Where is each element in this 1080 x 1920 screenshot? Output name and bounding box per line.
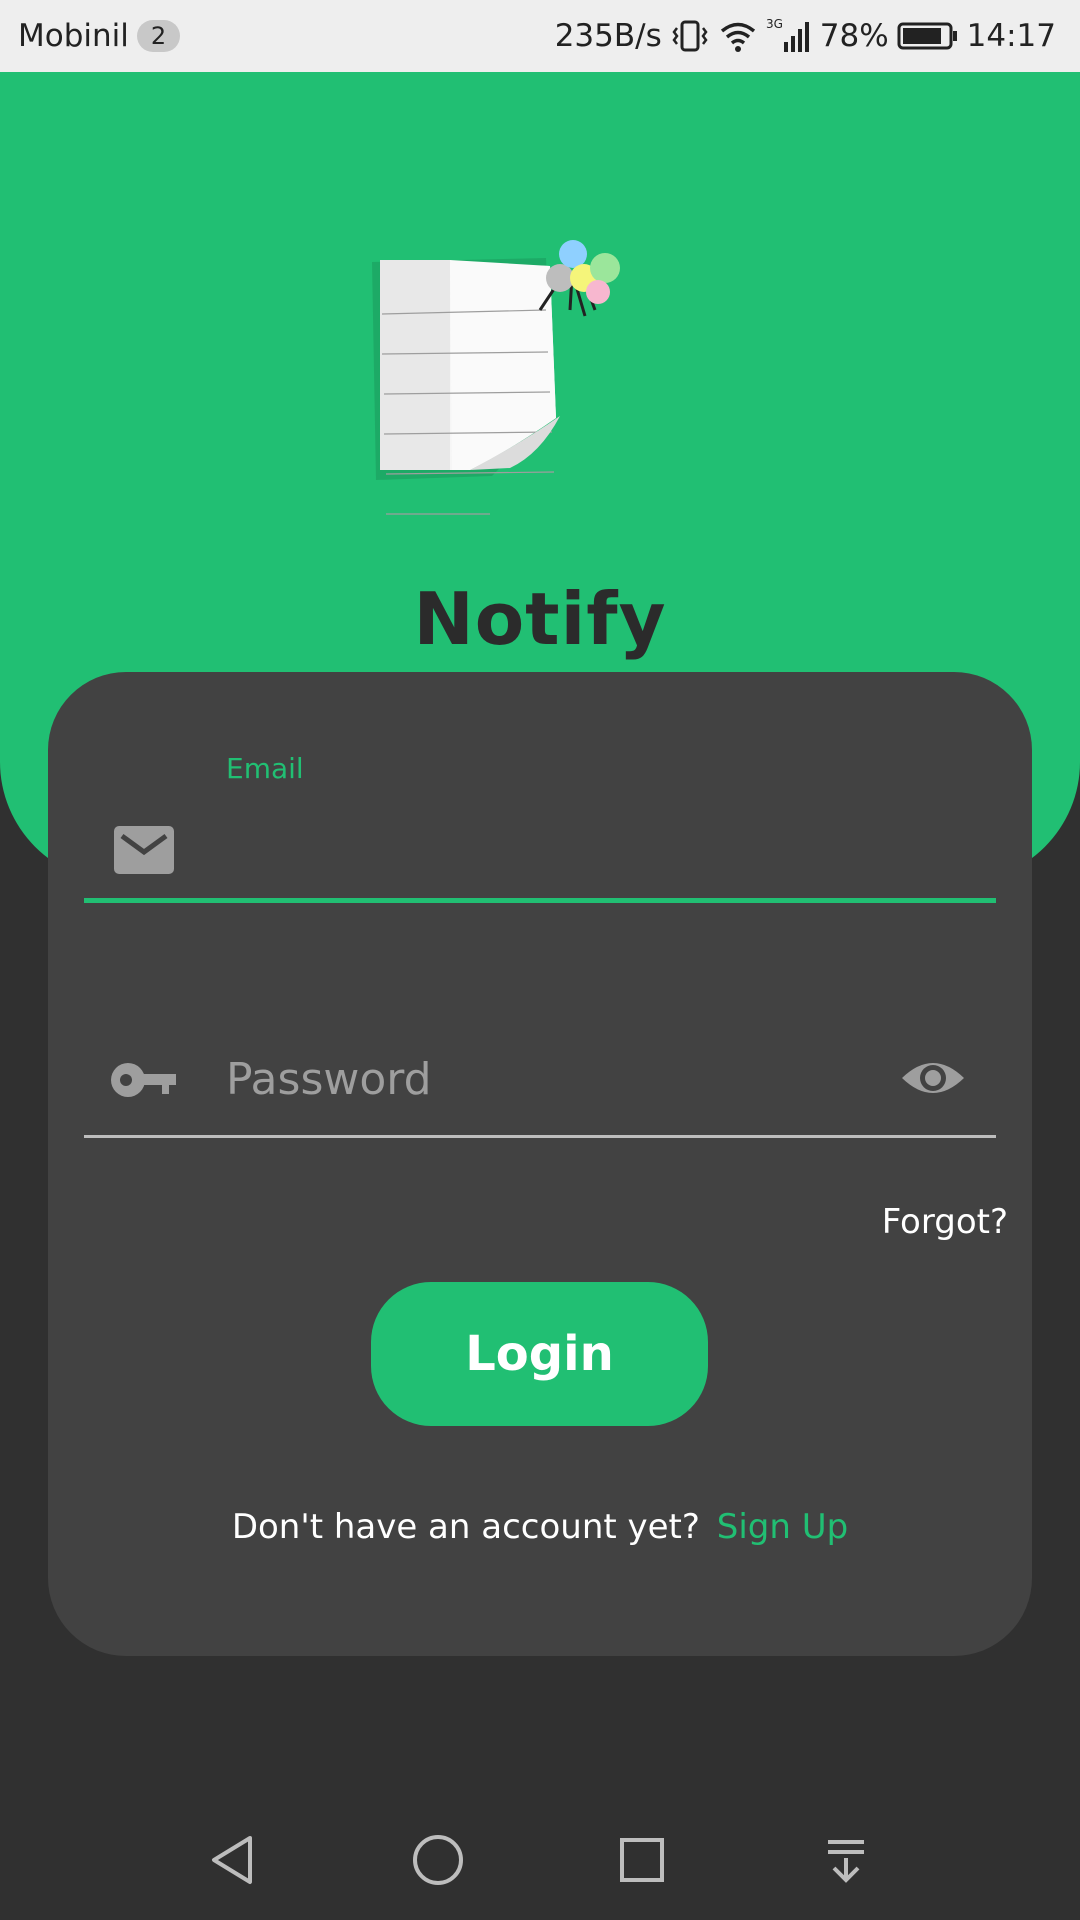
login-button[interactable]: Login [371,1282,708,1426]
carrier-name: Mobinil [18,18,129,54]
sim-badge: 2 [136,20,181,52]
navigation-bar [0,1800,1080,1920]
clock: 14:17 [966,18,1056,54]
email-label: Email [226,752,304,785]
login-card: Email Forgot? Login Don't have an accoun… [48,672,1032,1656]
email-underline [84,898,996,903]
status-bar: Mobinil 2 235B/s 3G 78% 14:17 [0,0,1080,72]
email-input[interactable] [224,812,968,880]
password-input[interactable] [224,1042,868,1116]
battery-icon [897,21,959,51]
vibrate-icon [670,16,710,56]
forgot-password-link[interactable]: Forgot? [882,1202,1008,1242]
mail-icon [114,826,174,874]
password-underline [84,1135,996,1138]
key-icon [110,1060,178,1100]
recents-icon[interactable] [612,1830,672,1890]
signup-link[interactable]: Sign Up [717,1507,848,1547]
notification-pull-icon[interactable] [816,1830,876,1890]
signal-icon: 3G [766,16,812,56]
battery-percent: 78% [819,18,889,54]
signup-prompt: Don't have an account yet? [231,1507,700,1547]
net-speed: 235B/s [554,18,662,54]
network-type: 3G [766,17,783,31]
signup-row: Don't have an account yet? Sign Up [48,1507,1032,1547]
home-icon[interactable] [408,1830,468,1890]
app-logo [360,232,720,582]
back-icon[interactable] [204,1830,264,1890]
eye-icon[interactable] [900,1054,966,1102]
email-field[interactable]: Email [84,752,996,903]
status-left: Mobinil 2 [18,0,181,72]
status-right: 235B/s 3G 78% 14:17 [555,0,1056,72]
app-title: Notify [413,577,667,661]
password-field[interactable] [84,1022,996,1142]
wifi-icon [718,16,758,56]
